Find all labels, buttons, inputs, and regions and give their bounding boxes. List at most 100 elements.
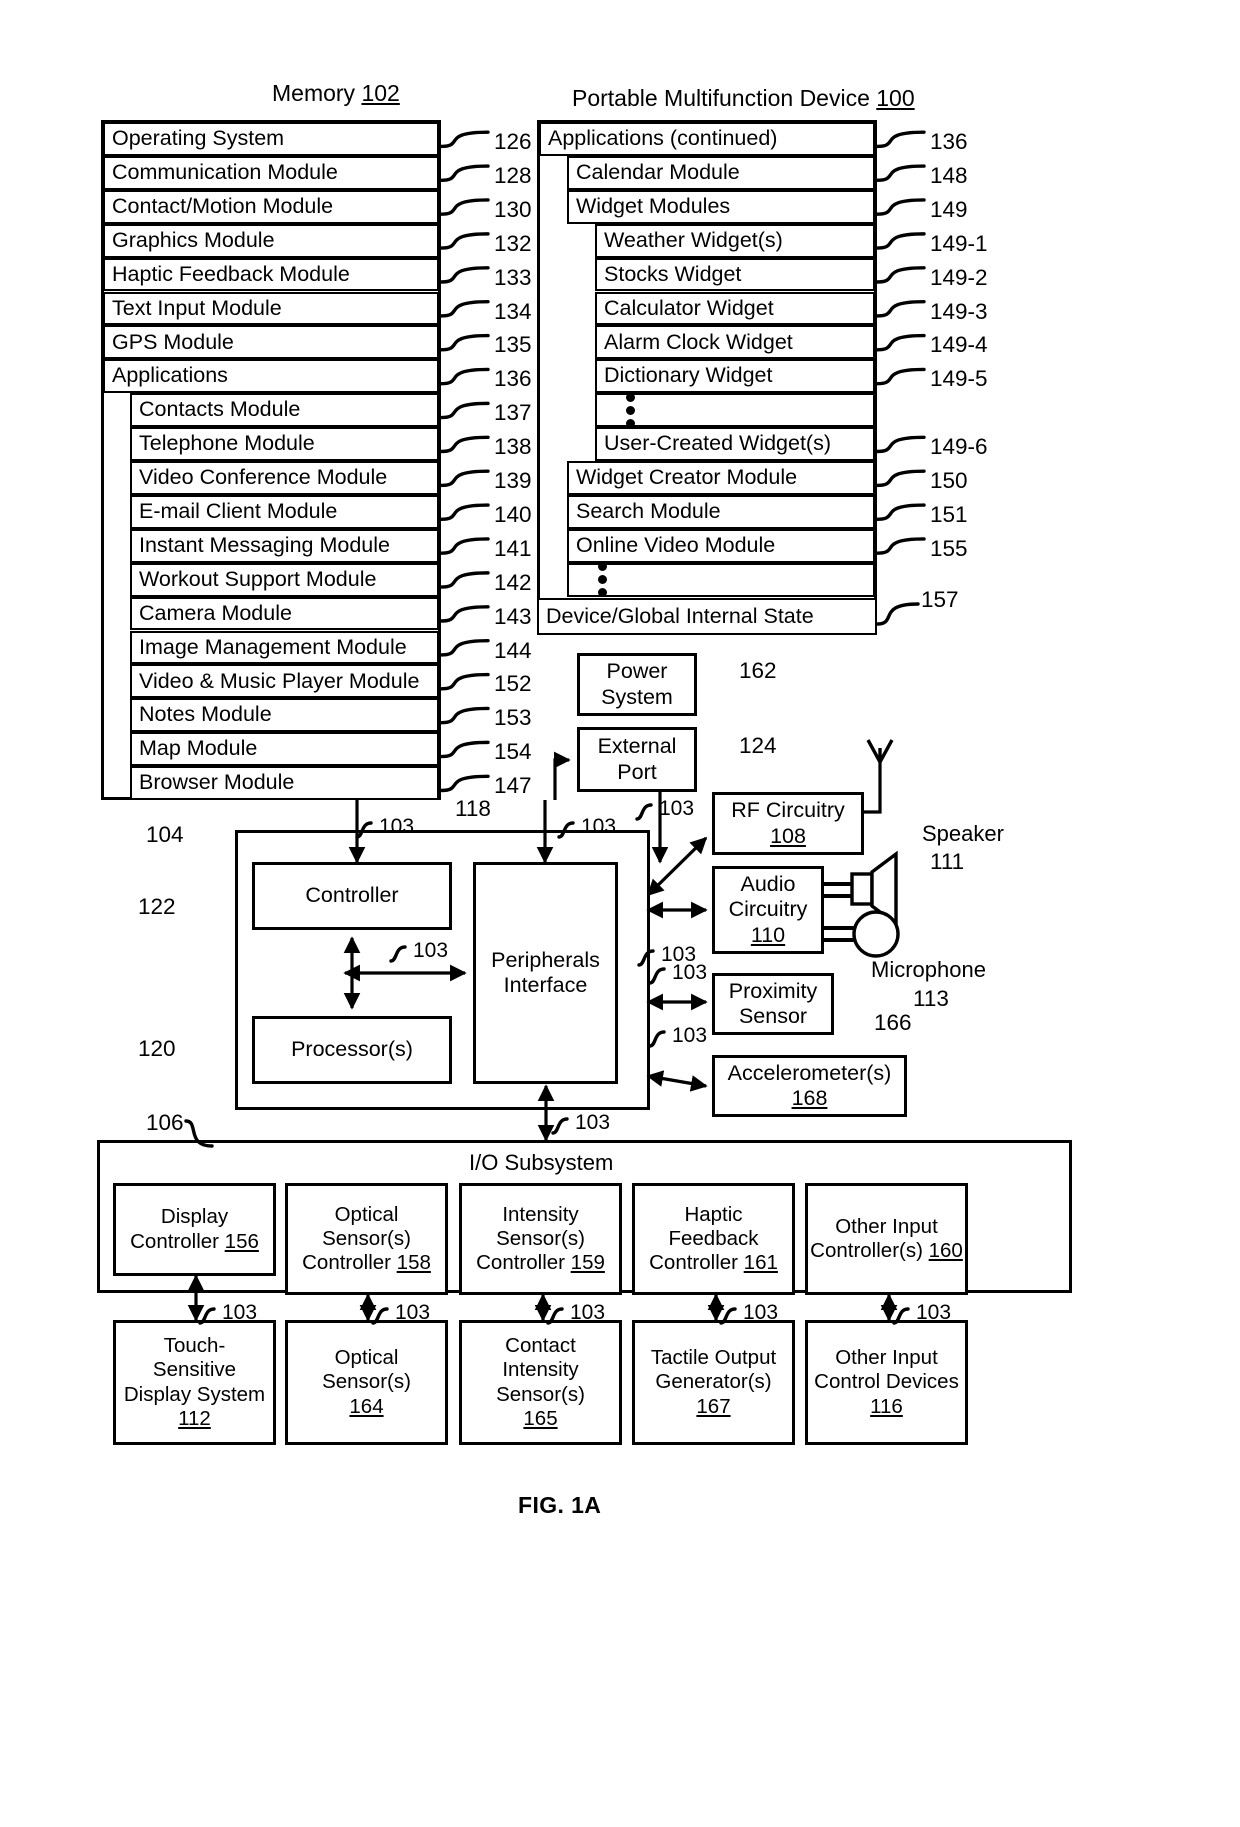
ref-147: 147 — [494, 773, 532, 799]
ref-149-5: 149-5 — [930, 366, 988, 392]
memory-item-telephone-module: Telephone Module — [130, 427, 439, 461]
memory-item-contacts-module: Contacts Module — [130, 393, 439, 428]
ref-149-1: 149-1 — [930, 230, 988, 256]
ref-133: 133 — [494, 264, 532, 290]
memory-item-label: Browser Module — [139, 770, 295, 795]
apps-item-calculator-widget: Calculator Widget — [595, 291, 875, 326]
patent-figure-1a: Memory 102 Portable Multifunction Device… — [0, 0, 1240, 1827]
memory-item-applications: Applications — [103, 359, 439, 394]
audio-circuitry-box: Audio Circuitry 110 — [712, 866, 824, 954]
memory-item-label: Video Conference Module — [139, 465, 388, 490]
controller-box: Controller — [252, 862, 452, 930]
ref-144: 144 — [494, 637, 532, 663]
figure-caption: FIG. 1A — [518, 1492, 602, 1518]
ref-150: 150 — [930, 468, 968, 493]
io-device-touch-sensitive-display-system: Touch- Sensitive Display System 112 — [113, 1320, 276, 1445]
apps-item-label: Calculator Widget — [604, 295, 774, 320]
apps-item-label: Widget Creator Module — [576, 465, 798, 490]
vertical-ellipsis-icon — [626, 392, 635, 428]
ref-135: 135 — [494, 332, 532, 358]
io-controller-num: 161 — [743, 1251, 778, 1275]
memory-item-workout-support-module: Workout Support Module — [130, 562, 439, 597]
accelerometer-num: 168 — [791, 1086, 828, 1110]
memory-item-label: Contact/Motion Module — [112, 193, 334, 218]
ref-140: 140 — [494, 501, 532, 527]
io-controller-line: Sensor(s) — [496, 1226, 585, 1250]
proximity-line1: Proximity — [728, 978, 818, 1003]
io-controller-line: Other Input — [835, 1214, 938, 1238]
peripherals-line1: Peripherals — [491, 947, 600, 972]
device-global-internal-state-label: Device/Global Internal State — [546, 603, 814, 628]
memory-item-label: Notes Module — [139, 702, 272, 727]
apps-item-label: Calendar Module — [576, 160, 740, 185]
io-controller-line: Controller 158 — [302, 1251, 431, 1275]
memory-item-label: Text Input Module — [112, 295, 282, 320]
ref-137: 137 — [494, 400, 532, 426]
device-global-internal-state-box: Device/Global Internal State — [537, 598, 877, 635]
rf-circuitry-num: 108 — [770, 823, 806, 848]
memory-item-label: Video & Music Player Module — [139, 668, 420, 693]
ref-139: 139 — [494, 468, 532, 493]
accelerometer-box: Accelerometer(s) 168 — [712, 1055, 907, 1117]
bus-tag-103: 103 — [222, 1301, 258, 1324]
bus-tag-103: 103 — [659, 797, 695, 820]
ref-155: 155 — [930, 535, 968, 561]
bus-tag-103: 103 — [916, 1301, 952, 1324]
io-controller-optical-sensor-s-controller: Optical Sensor(s) Controller 158 — [285, 1183, 448, 1295]
microphone-label: Microphone — [871, 957, 986, 982]
memory-item-label: Contacts Module — [139, 397, 301, 422]
io-controller-intensity-sensor-s-controller: Intensity Sensor(s) Controller 159 — [459, 1183, 622, 1295]
ref-128: 128 — [494, 162, 532, 188]
memory-item-label: Telephone Module — [139, 431, 315, 456]
bus-tag-103: 103 — [575, 1111, 611, 1134]
memory-item-video-music-player-module: Video & Music Player Module — [130, 664, 439, 699]
io-controller-line: Controller 159 — [476, 1251, 605, 1275]
apps-item-applications-continued: Applications (continued) — [539, 122, 875, 156]
ref-149-4: 149-4 — [930, 332, 988, 358]
io-controller-line: Sensor(s) — [322, 1226, 411, 1250]
io-controller-line: Haptic — [684, 1202, 743, 1226]
ref-124: 124 — [739, 733, 777, 758]
memory-item-contact-motion-module: Contact/Motion Module — [103, 189, 439, 224]
apps-item-widget-creator-module: Widget Creator Module — [567, 461, 875, 495]
apps-item-label: Dictionary Widget — [604, 363, 773, 388]
ref-157: 157 — [921, 587, 959, 612]
io-device-line: Sensitive — [152, 1358, 237, 1382]
speaker-label: Speaker — [922, 821, 1004, 846]
io-controller-line: Controller(s) 160 — [810, 1239, 963, 1262]
ref-142: 142 — [494, 569, 532, 595]
ref-134: 134 — [494, 298, 532, 324]
ref-149-3: 149-3 — [930, 298, 988, 324]
io-device-num: 112 — [178, 1406, 211, 1430]
memory-item-label: GPS Module — [112, 329, 234, 354]
ref-106: 106 — [146, 1110, 184, 1135]
bus-tag-103: 103 — [379, 815, 415, 838]
apps-item-label: Search Module — [576, 499, 721, 524]
io-device-line: Intensity — [502, 1358, 579, 1382]
io-device-tactile-output-generator-s: Tactile Output Generator(s) 167 — [632, 1320, 795, 1445]
rf-circuitry-box: RF Circuitry 108 — [712, 792, 864, 855]
memory-item-image-management-module: Image Management Module — [130, 630, 439, 665]
apps-item-widget-modules: Widget Modules — [567, 189, 875, 224]
memory-item-label: E-mail Client Module — [139, 499, 338, 524]
memory-item-label: Communication Module — [112, 160, 338, 185]
ref-166: 166 — [874, 1010, 912, 1035]
memory-item-gps-module: GPS Module — [103, 325, 439, 360]
memory-item-label: Instant Messaging Module — [139, 532, 390, 557]
io-controller-line: Controller 156 — [130, 1229, 259, 1253]
io-controller-num: 160 — [928, 1239, 963, 1262]
io-device-num: 164 — [349, 1394, 384, 1418]
apps-item-label: Online Video Module — [576, 532, 776, 557]
memory-item-camera-module: Camera Module — [130, 596, 439, 631]
accelerometer-label: Accelerometer(s) — [727, 1060, 892, 1085]
memory-item-label: Graphics Module — [112, 227, 275, 252]
bus-tag-103: 103 — [395, 1301, 431, 1324]
memory-item-operating-system: Operating System — [103, 122, 439, 156]
io-device-line: Contact — [505, 1334, 576, 1358]
apps-item-alarm-clock-widget: Alarm Clock Widget — [595, 325, 875, 360]
ref-113: 113 — [913, 986, 949, 1011]
controller-label: Controller — [305, 883, 399, 908]
audio-circuitry-line1: Audio — [740, 871, 796, 896]
ref-132: 132 — [494, 230, 532, 256]
memory-item-label: Workout Support Module — [139, 566, 377, 591]
